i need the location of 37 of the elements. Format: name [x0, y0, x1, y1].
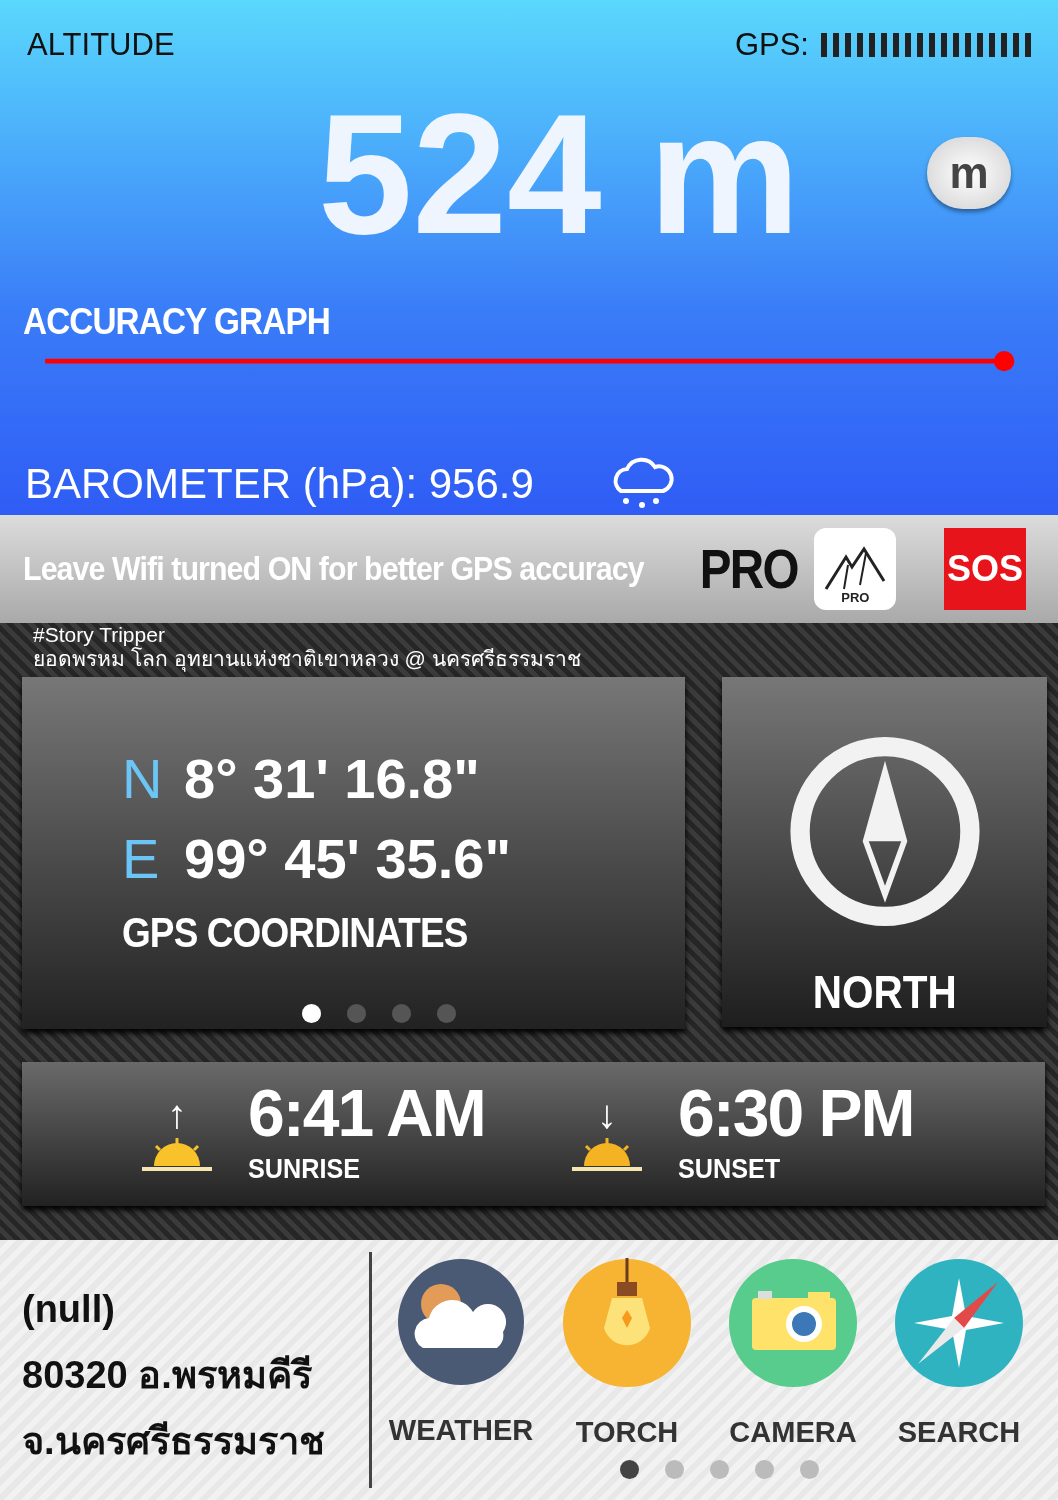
coordinates-label: GPS COORDINATES — [122, 908, 469, 958]
torch-app-icon — [562, 1258, 692, 1388]
sun-time: 6:41 AM — [248, 1078, 485, 1148]
sun-time: 6:30 PM — [678, 1078, 914, 1148]
coordinate-value: 8° 31' 16.8" — [184, 746, 480, 812]
arrow-icon: ↓ — [597, 1094, 617, 1134]
app-button[interactable]: WEATHER — [386, 1258, 536, 1450]
coordinate-value: 99° 45' 35.6" — [184, 826, 511, 892]
axis-letter: N — [122, 746, 162, 812]
barometer-reading: BAROMETER (hPa): 956.9 — [25, 459, 534, 509]
caption-text: #Story Tripper — [33, 623, 166, 647]
caption-text: ยอดพรหม โลก อุทยานแห่งชาติเขาหลวง @ นครศรีธรรมราช — [33, 647, 582, 671]
altitude-value: 524 m — [318, 78, 801, 269]
unit-button[interactable]: m — [927, 136, 1011, 209]
app-button[interactable]: TORCH — [552, 1258, 702, 1450]
weather-app-icon — [397, 1258, 525, 1386]
wifi-hint-text: Leave Wifi turned ON for better GPS accuracy — [23, 549, 646, 590]
sun-label: SUNSET — [678, 1152, 782, 1186]
gps-label: GPS: — [734, 26, 809, 64]
arrow-icon: ↑ — [167, 1094, 187, 1134]
compass-heading: NORTH — [812, 965, 957, 1020]
altitude-label: ALTITUDE — [27, 26, 175, 64]
pro-app-button[interactable]: PRO — [814, 528, 897, 610]
search-app-icon — [894, 1258, 1024, 1388]
address-line: (null) — [22, 1287, 116, 1332]
pro-label: PRO — [699, 536, 798, 602]
app-button[interactable]: SEARCH — [884, 1258, 1034, 1450]
sos-button[interactable]: SOS — [944, 528, 1026, 610]
address-line: จ.นครศรีธรรมราช — [22, 1419, 326, 1464]
app-button[interactable]: CAMERA — [718, 1258, 868, 1450]
camera-app-icon — [728, 1258, 858, 1388]
accuracy-graph-label: ACCURACY GRAPH — [23, 300, 330, 345]
axis-letter: E — [122, 826, 161, 892]
signal-bars-icon — [821, 33, 1031, 58]
sun-label: SUNRISE — [248, 1152, 361, 1186]
address-line: 80320 อ.พรหมคีรี — [22, 1353, 313, 1398]
mountain-icon — [824, 545, 887, 591]
